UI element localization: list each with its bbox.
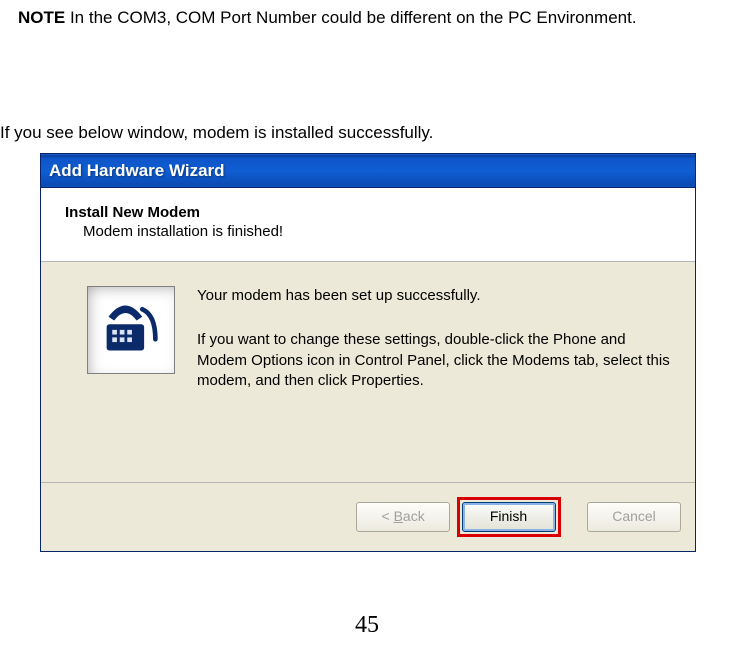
note-text: In the COM3, COM Port Number could be di… — [65, 8, 636, 27]
page-number: 45 — [0, 612, 734, 639]
header-title: Install New Modem — [65, 204, 671, 221]
titlebar: Add Hardware Wizard — [41, 154, 695, 188]
wizard-window: Add Hardware Wizard Install New Modem Mo… — [40, 153, 696, 552]
window-title: Add Hardware Wizard — [49, 161, 225, 181]
wizard-header: Install New Modem Modem installation is … — [41, 188, 695, 262]
note-line: NOTE In the COM3, COM Port Number could … — [0, 0, 734, 28]
phone-modem-icon — [101, 298, 161, 363]
success-message: Your modem has been set up successfully. — [197, 286, 671, 306]
header-subtitle: Modem installation is finished! — [65, 223, 671, 240]
intro-text: If you see below window, modem is instal… — [0, 28, 734, 143]
button-row: < Back Finish Cancel — [41, 482, 695, 551]
modem-icon-box — [87, 286, 175, 374]
content-area: Your modem has been set up successfully.… — [41, 262, 695, 482]
back-button: < Back — [356, 502, 450, 532]
content-text: Your modem has been set up successfully.… — [175, 286, 671, 458]
cancel-button: Cancel — [587, 502, 681, 532]
finish-button-highlight: Finish — [457, 497, 561, 537]
finish-button[interactable]: Finish — [462, 502, 556, 532]
instructions-text: If you want to change these settings, do… — [197, 330, 671, 391]
note-label: NOTE — [18, 8, 65, 27]
